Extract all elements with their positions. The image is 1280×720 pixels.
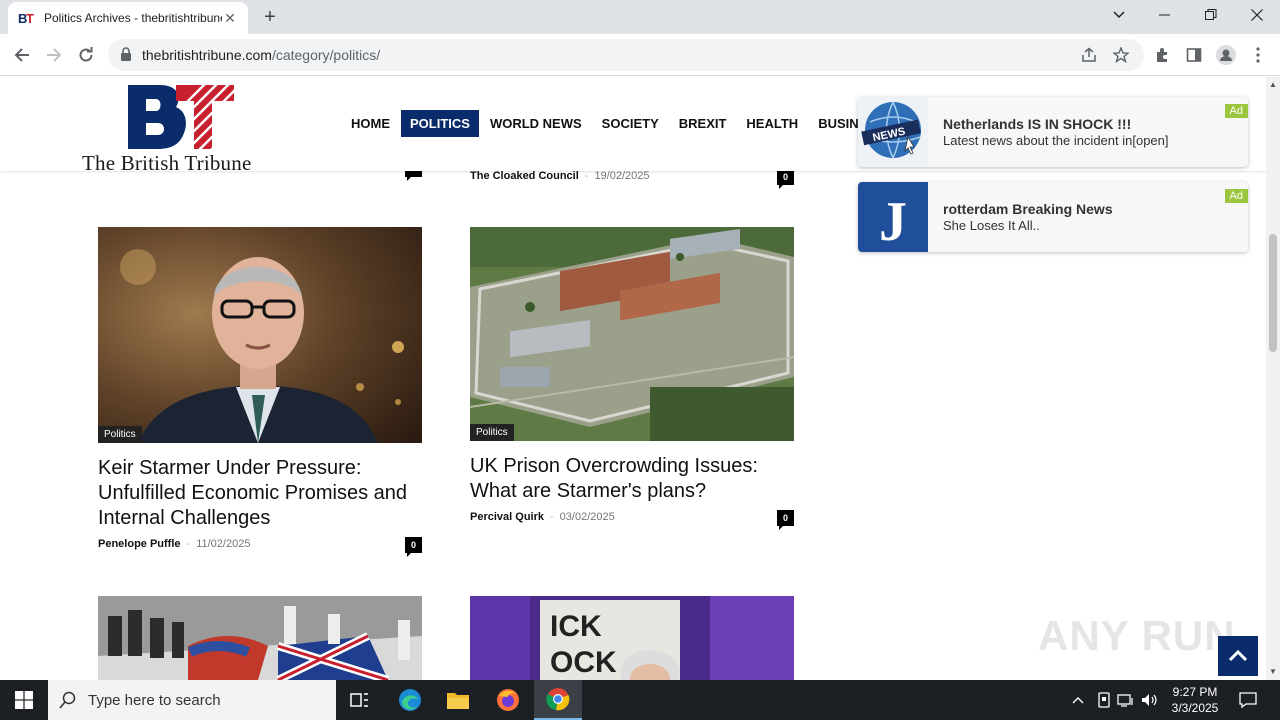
logo-tagline: The British Tribune: [82, 151, 252, 175]
site-favicon-icon: BT: [18, 10, 34, 26]
task-view-icon[interactable]: [336, 680, 384, 720]
anyrun-watermark: ANY RUN: [1038, 612, 1236, 659]
nav-brexit[interactable]: BREXIT: [670, 110, 736, 137]
starmer-photo: [98, 227, 422, 443]
svg-text:J: J: [879, 191, 907, 252]
comment-count-badge[interactable]: 0: [777, 510, 794, 530]
back-to-top-button[interactable]: [1218, 636, 1258, 676]
ad-badge: Ad: [1224, 104, 1248, 118]
edge-browser-icon[interactable]: [386, 680, 434, 720]
j-letter-icon: J: [858, 182, 928, 252]
search-icon: [48, 691, 88, 709]
category-badge[interactable]: Politics: [470, 424, 514, 441]
svg-text:ICK: ICK: [550, 610, 602, 643]
site-logo[interactable]: The British Tribune: [82, 81, 292, 175]
post-image-protest[interactable]: ICK OCK: [470, 596, 794, 680]
new-tab-icon[interactable]: +: [258, 6, 282, 28]
ad-title: rotterdam Breaking News: [943, 201, 1113, 217]
scroll-up-arrow-icon[interactable]: ▲: [1269, 80, 1277, 89]
address-bar[interactable]: thebritishtribune.com/category/politics/: [108, 39, 1144, 71]
svg-text:OCK: OCK: [550, 646, 617, 679]
main-nav: HOME POLITICS WORLD NEWS SOCIETY BREXIT …: [342, 110, 896, 137]
ad-title: Netherlands IS IN SHOCK !!!: [943, 116, 1132, 132]
scroll-down-arrow-icon[interactable]: ▼: [1269, 667, 1277, 676]
share-icon[interactable]: [1080, 46, 1098, 64]
post-meta: Penelope Puffle - 11/02/2025: [98, 538, 251, 550]
post-title[interactable]: UK Prison Overcrowding Issues: What are …: [470, 454, 800, 504]
scrollbar-thumb[interactable]: [1269, 234, 1277, 352]
chess-flags-photo: [98, 596, 422, 680]
protest-photo: ICK OCK: [470, 596, 794, 680]
tray-overflow-chevron-icon[interactable]: [1068, 690, 1088, 710]
tab-title: Politics Archives - thebritishtribune: [44, 11, 222, 25]
web-page: The Cloaked Council - 19/02/2025 0 Polit…: [0, 77, 1266, 680]
nav-health[interactable]: HEALTH: [737, 110, 807, 137]
tab-close-icon[interactable]: ✕: [222, 10, 238, 26]
post-title[interactable]: Keir Starmer Under Pressure: Unfulfilled…: [98, 456, 428, 531]
post-author[interactable]: Penelope Puffle: [98, 538, 181, 550]
extensions-icon[interactable]: [1152, 45, 1172, 65]
forward-icon[interactable]: [42, 43, 66, 67]
chrome-icon[interactable]: [534, 680, 582, 720]
lock-icon[interactable]: [120, 47, 132, 66]
start-button[interactable]: [0, 680, 48, 720]
post-date: 03/02/2025: [559, 511, 615, 523]
reload-icon[interactable]: [74, 43, 98, 67]
svg-text:T: T: [26, 11, 34, 25]
post-image-chess[interactable]: [98, 596, 422, 680]
search-placeholder: Type here to search: [88, 691, 221, 709]
browser-toolbar: thebritishtribune.com/category/politics/: [0, 34, 1280, 76]
post-meta: Percival Quirk - 03/02/2025: [470, 511, 615, 523]
device-icon[interactable]: [1094, 690, 1114, 710]
comment-count-badge[interactable]: 0: [405, 537, 422, 557]
windows-taskbar: Type here to search 9:27 PM 3/3/2025: [0, 680, 1280, 720]
menu-kebab-icon[interactable]: [1248, 45, 1268, 65]
browser-tab[interactable]: BT Politics Archives - thebritishtribune…: [8, 2, 248, 34]
post-date: 11/02/2025: [196, 538, 251, 550]
nav-society[interactable]: SOCIETY: [593, 110, 668, 137]
category-badge[interactable]: Politics: [98, 426, 142, 443]
bt-logo-mark: [128, 85, 234, 149]
post-image-prison[interactable]: Politics: [470, 227, 794, 441]
browser-tab-bar: BT Politics Archives - thebritishtribune…: [0, 0, 1280, 34]
tab-search-icon[interactable]: [1096, 0, 1142, 30]
comment-count-badge[interactable]: 0: [777, 169, 794, 189]
taskbar-clock[interactable]: 9:27 PM 3/3/2025: [1166, 684, 1224, 716]
taskbar-search[interactable]: Type here to search: [48, 680, 336, 720]
ad-subtitle: She Loses It All..: [943, 218, 1040, 233]
nav-world-news[interactable]: WORLD NEWS: [481, 110, 591, 137]
restore-icon[interactable]: [1188, 0, 1234, 30]
network-icon[interactable]: [1116, 690, 1136, 710]
prison-aerial-photo: [470, 227, 794, 441]
url-text: thebritishtribune.com/category/politics/: [142, 47, 381, 63]
post-author[interactable]: The Cloaked Council: [470, 170, 579, 182]
bookmark-star-icon[interactable]: [1112, 46, 1130, 64]
back-icon[interactable]: [10, 43, 34, 67]
post-image-starmer[interactable]: Politics: [98, 227, 422, 443]
chevron-up-icon: [1229, 650, 1247, 662]
post-author[interactable]: Percival Quirk: [470, 511, 544, 523]
post-date: 19/02/2025: [594, 170, 650, 182]
clock-date: 3/3/2025: [1171, 701, 1219, 715]
ad-subtitle: Latest news about the incident in[open]: [943, 133, 1169, 148]
windows-logo-icon: [15, 691, 33, 709]
ad-badge: Ad: [1224, 189, 1248, 203]
minimize-icon[interactable]: [1142, 0, 1188, 30]
nav-politics[interactable]: POLITICS: [401, 110, 479, 137]
news-globe-icon: NEWS: [858, 97, 928, 167]
nav-home[interactable]: HOME: [342, 110, 399, 137]
volume-icon[interactable]: [1140, 690, 1160, 710]
post-meta: The Cloaked Council - 19/02/2025: [470, 170, 650, 182]
side-panel-icon[interactable]: [1184, 45, 1204, 65]
profile-avatar-icon[interactable]: [1216, 45, 1236, 65]
page-scrollbar[interactable]: ▲ ▼: [1266, 77, 1280, 680]
clock-time: 9:27 PM: [1172, 685, 1218, 699]
firefox-icon[interactable]: [484, 680, 532, 720]
notification-center-icon[interactable]: [1238, 690, 1258, 710]
ad-card[interactable]: J rotterdam Breaking News She Loses It A…: [858, 182, 1248, 252]
close-window-icon[interactable]: [1234, 0, 1280, 30]
file-explorer-icon[interactable]: [434, 680, 482, 720]
ad-card[interactable]: NEWS Netherlands IS IN SHOCK !!! Latest …: [858, 97, 1248, 167]
